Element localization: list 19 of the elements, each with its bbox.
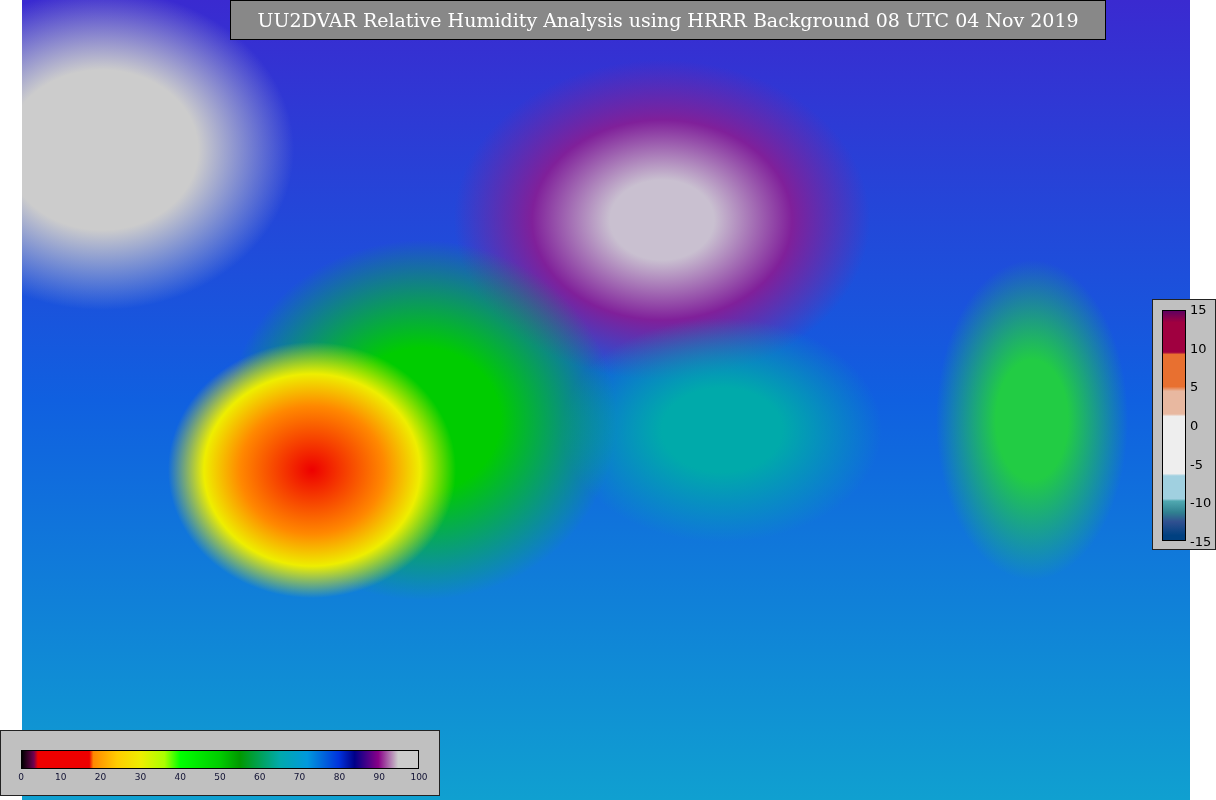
map-title: UU2DVAR Relative Humidity Analysis using HRRR Background 08 UTC 04 Nov 2019 [230, 0, 1106, 40]
tick-label: -5 [1190, 456, 1204, 472]
tick-label: 90 [373, 772, 385, 782]
tick-label: 30 [134, 772, 147, 782]
tick-label: 80 [333, 772, 346, 782]
tick-label: 70 [293, 772, 306, 782]
tick-label: -10 [1190, 495, 1212, 511]
tick-label: 100 [410, 772, 428, 782]
tick-label: 5 [1190, 379, 1200, 395]
tick-label: 40 [174, 772, 186, 782]
tick-label: 50 [214, 772, 226, 782]
tick-label: 0 [18, 772, 24, 782]
tick-label: 20 [94, 772, 107, 782]
tick-label: 10 [55, 772, 67, 782]
tick-label: 10 [1190, 340, 1208, 356]
tick-label: -15 [1190, 533, 1212, 549]
tick-label: 0 [1190, 417, 1200, 433]
tick-label: 15 [1190, 302, 1208, 317]
tick-label: 60 [254, 772, 266, 782]
